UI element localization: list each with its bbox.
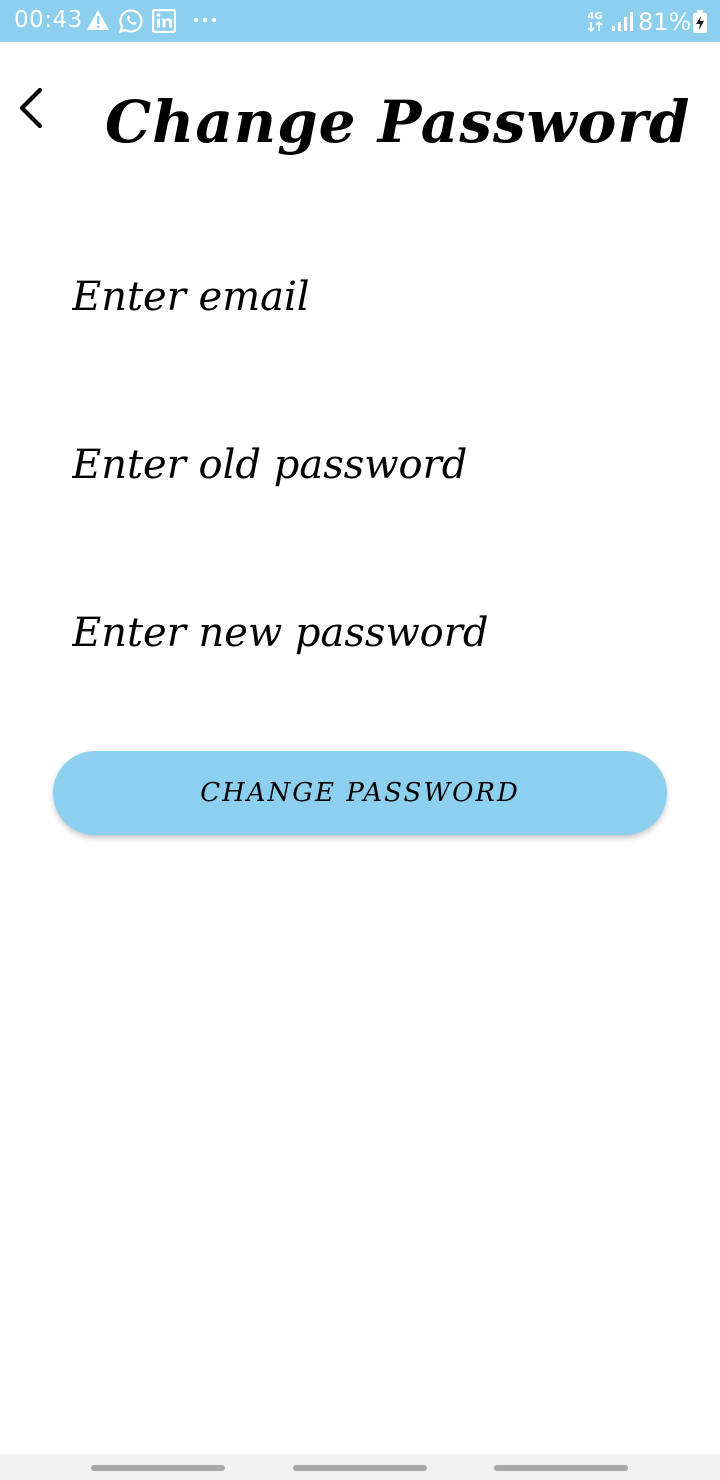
email-field[interactable] (72, 262, 652, 332)
network-type-icon: 4G (586, 9, 604, 39)
navigation-bar (0, 1454, 720, 1480)
warning-icon (86, 9, 110, 35)
back-button[interactable] (10, 82, 54, 134)
signal-icon (610, 10, 634, 36)
page-title: Change Password (105, 88, 691, 156)
battery-percent: 81% (638, 8, 692, 36)
old-password-field[interactable] (72, 430, 652, 500)
status-time: 00:43 (14, 7, 83, 33)
whatsapp-icon (118, 8, 144, 38)
chevron-left-icon (19, 87, 43, 129)
status-bar: 00:43 4G 81% (0, 0, 720, 42)
battery-charging-icon (692, 10, 708, 38)
nav-back-button[interactable] (494, 1465, 628, 1471)
linkedin-icon (151, 8, 177, 37)
more-dots-icon (192, 10, 218, 34)
new-password-field[interactable] (72, 598, 652, 668)
nav-home-button[interactable] (293, 1465, 427, 1471)
change-password-button[interactable]: CHANGE PASSWORD (53, 751, 667, 835)
network-type-label: 4G (587, 11, 602, 22)
nav-recent-button[interactable] (91, 1465, 225, 1471)
